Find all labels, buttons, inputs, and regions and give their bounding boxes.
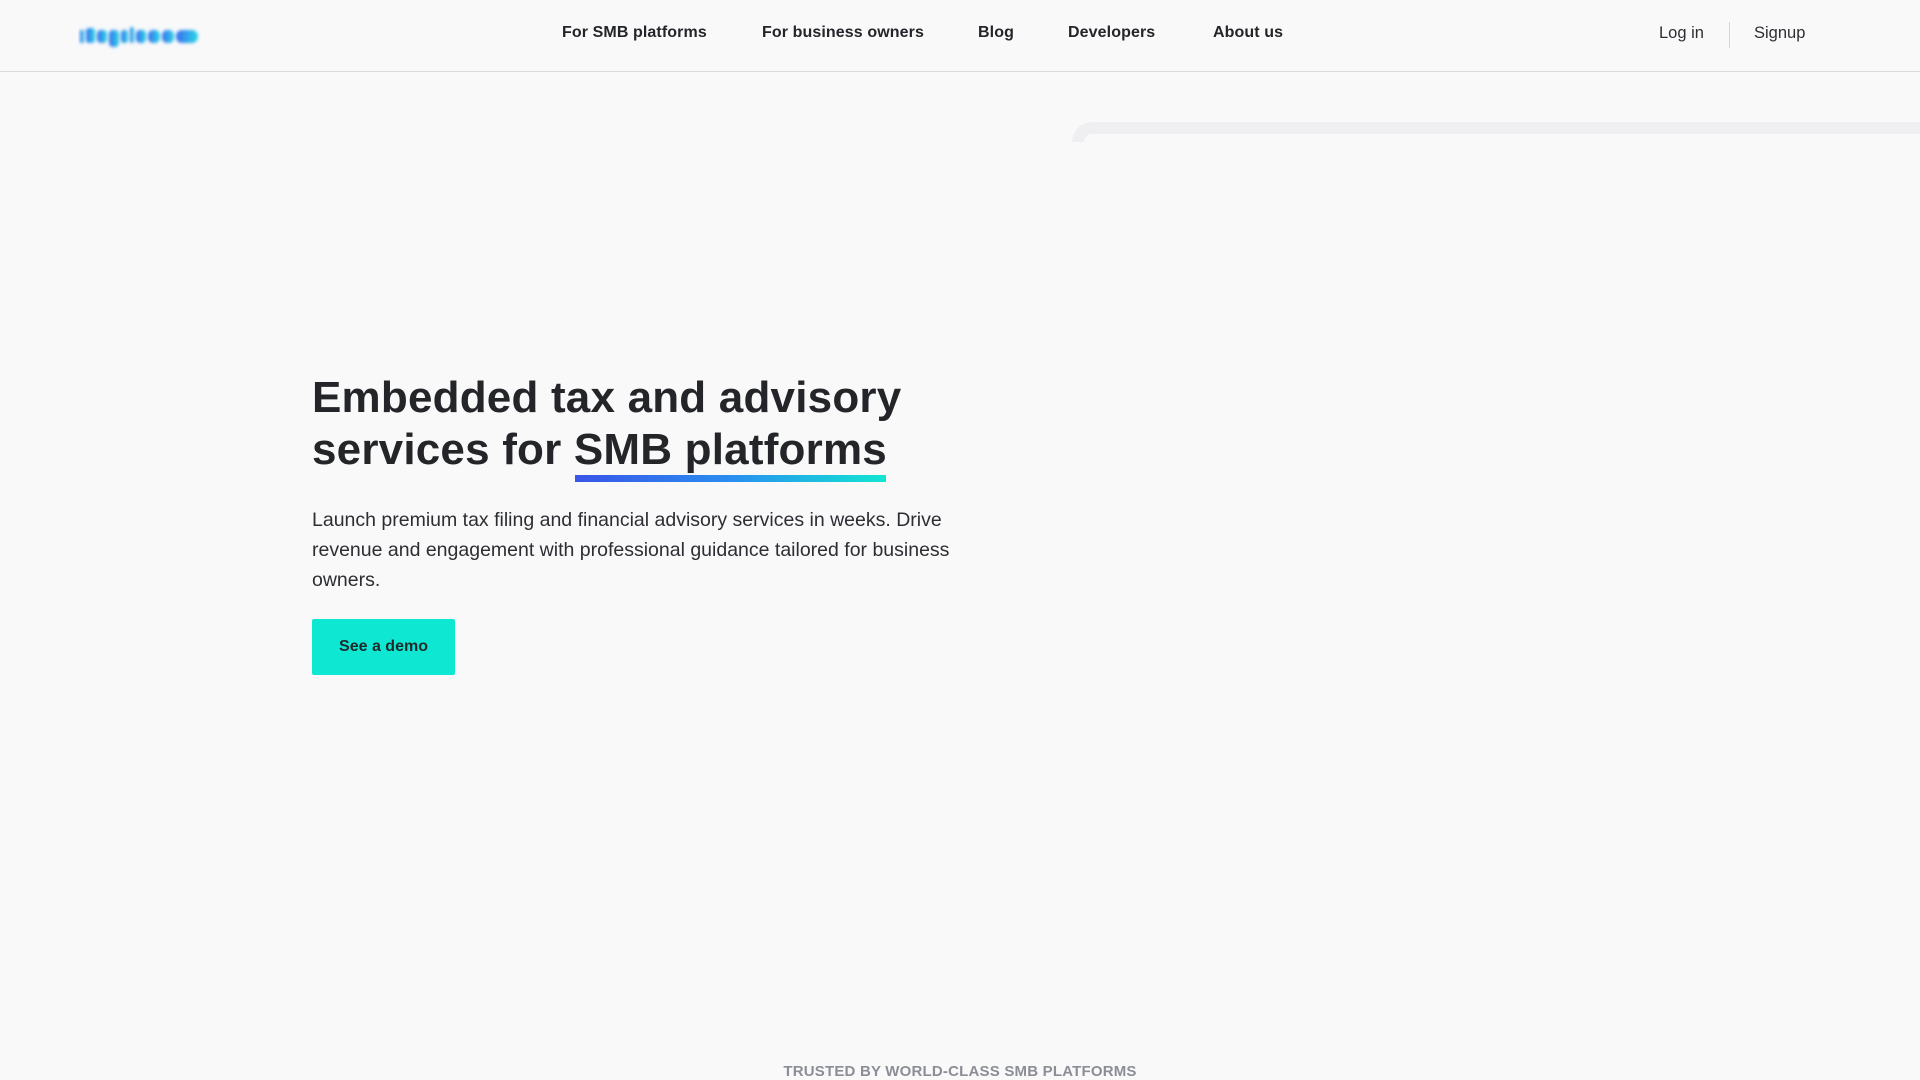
brand-logo[interactable]	[78, 18, 203, 52]
auth-divider	[1729, 22, 1730, 48]
hero-subtitle: Launch premium tax filing and financial …	[312, 509, 950, 591]
site-header: For SMB platforms For business owners Bl…	[0, 0, 1920, 72]
see-demo-button[interactable]: See a demo	[312, 619, 455, 675]
signup-link[interactable]: Signup	[1754, 24, 1805, 43]
hero-title-accent: SMB platforms	[573, 425, 887, 482]
nav-about-us[interactable]: About us	[1213, 24, 1283, 42]
nav-developers[interactable]: Developers	[1068, 24, 1155, 42]
hero-title: Embedded tax and advisory services for S…	[312, 372, 1012, 482]
login-link[interactable]: Log in	[1659, 24, 1704, 43]
nav-for-smb-platforms[interactable]: For SMB platforms	[562, 24, 707, 42]
nav-for-business-owners[interactable]: For business owners	[762, 24, 924, 42]
nav-blog[interactable]: Blog	[978, 24, 1014, 42]
trusted-by-label: TRUSTED BY WORLD-CLASS SMB PLATFORMS	[783, 1063, 1137, 1080]
main-nav: For SMB platforms For business owners Bl…	[0, 0, 1920, 72]
logo-icon	[80, 27, 198, 47]
decorative-ridge	[1072, 122, 1920, 142]
